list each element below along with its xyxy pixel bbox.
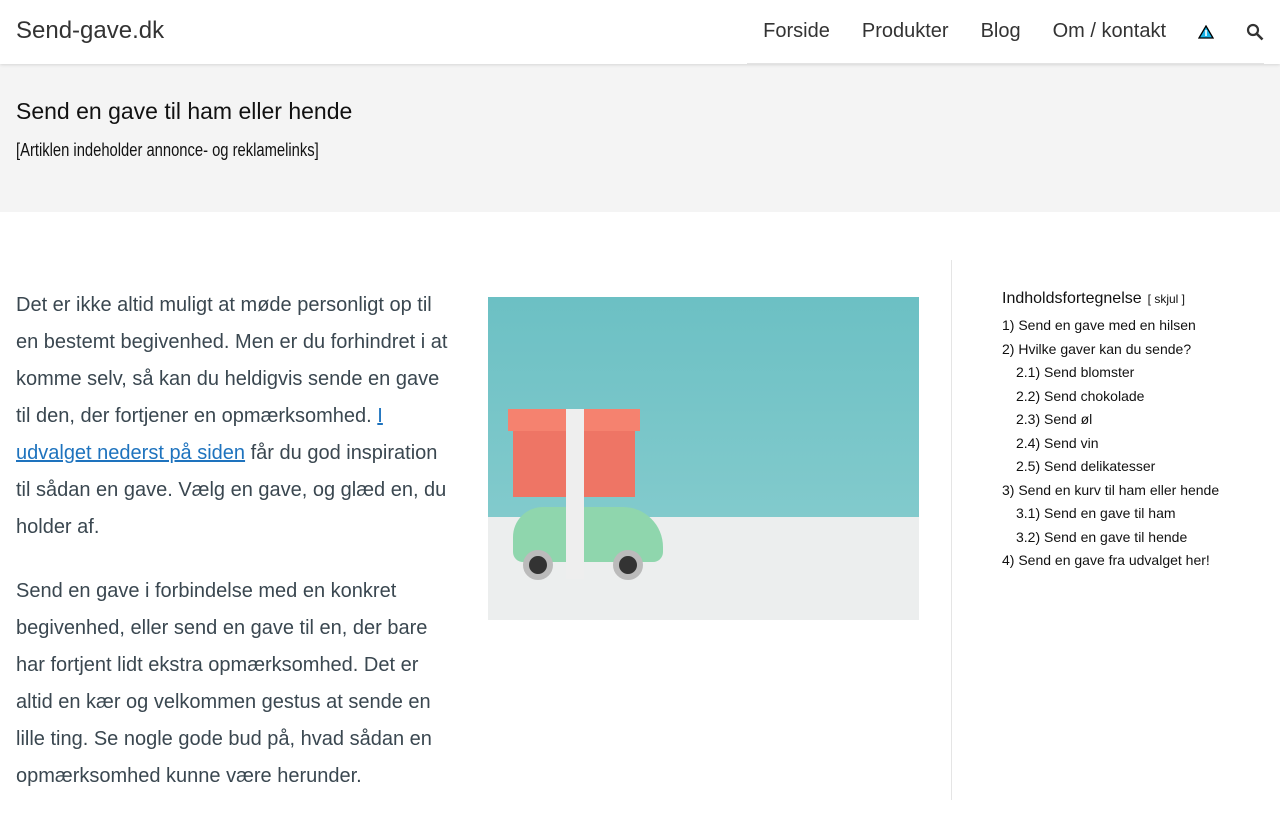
toc-link[interactable]: 2.3) Send øl xyxy=(1016,411,1092,427)
toc-item[interactable]: 3.2) Send en gave til hende xyxy=(1002,526,1262,550)
toc-link[interactable]: 2.4) Send vin xyxy=(1016,435,1099,451)
toc-link[interactable]: 2) Hvilke gaver kan du sende? xyxy=(1002,341,1191,357)
toc-link[interactable]: 2.2) Send chokolade xyxy=(1016,388,1144,404)
site-logo[interactable]: Send-gave.dk xyxy=(16,17,164,45)
nav-om-kontakt[interactable]: Om / kontakt xyxy=(1053,20,1166,43)
toc-link[interactable]: 3) Send en kurv til ham eller hende xyxy=(1002,482,1219,498)
toc-link[interactable]: 3.1) Send en gave til ham xyxy=(1016,505,1176,521)
nav-produkter[interactable]: Produkter xyxy=(862,20,949,43)
search-icon[interactable] xyxy=(1246,23,1264,41)
site-header: Send-gave.dk Forside Produkter Blog Om /… xyxy=(0,0,1280,64)
nav-blog[interactable]: Blog xyxy=(981,20,1021,43)
toc-link[interactable]: 3.2) Send en gave til hende xyxy=(1016,529,1187,545)
page-title-bar: Send en gave til ham eller hende [Artikl… xyxy=(0,64,1280,212)
toc-title: Indholdsfortegnelse xyxy=(1002,290,1142,307)
toc-item[interactable]: 3.1) Send en gave til ham xyxy=(1002,502,1262,526)
toc-item[interactable]: 2.2) Send chokolade xyxy=(1002,385,1262,409)
article-body: Det er ikke altid muligt at møde personl… xyxy=(16,287,448,822)
nav-forside[interactable]: Forside xyxy=(763,20,830,43)
sidebar-divider xyxy=(951,260,952,800)
toc-link[interactable]: 4) Send en gave fra udvalget her! xyxy=(1002,552,1210,568)
toc-item[interactable]: 4) Send en gave fra udvalget her! xyxy=(1002,549,1262,573)
toc-item[interactable]: 2.5) Send delikatesser xyxy=(1002,455,1262,479)
toc-item[interactable]: 3) Send en kurv til ham eller hende xyxy=(1002,479,1262,503)
toc-item[interactable]: 1) Send en gave med en hilsen xyxy=(1002,314,1262,338)
main-nav: Forside Produkter Blog Om / kontakt xyxy=(747,0,1264,64)
ad-disclaimer: [Artiklen indeholder annonce- og reklame… xyxy=(16,140,319,160)
paragraph-2: Send en gave i forbindelse med en konkre… xyxy=(16,580,432,787)
toc-link[interactable]: 1) Send en gave med en hilsen xyxy=(1002,317,1196,333)
toc-item[interactable]: 2.4) Send vin xyxy=(1002,432,1262,456)
page-title: Send en gave til ham eller hende xyxy=(16,98,353,124)
toc-item[interactable]: 2.3) Send øl xyxy=(1002,408,1262,432)
toc-hide-toggle[interactable]: [ skjul ] xyxy=(1148,292,1185,306)
paragraph-1: Det er ikke altid muligt at møde personl… xyxy=(16,287,448,546)
toc-item[interactable]: 2) Hvilke gaver kan du sende? xyxy=(1002,338,1262,362)
toc-link[interactable]: 2.1) Send blomster xyxy=(1016,364,1134,380)
toc-item[interactable]: 2.1) Send blomster xyxy=(1002,361,1262,385)
warning-icon[interactable] xyxy=(1198,24,1214,39)
gift-car-image xyxy=(488,297,919,620)
table-of-contents: Indholdsfortegnelse [ skjul ] 1) Send en … xyxy=(1002,290,1262,573)
toc-link[interactable]: 2.5) Send delikatesser xyxy=(1016,458,1155,474)
